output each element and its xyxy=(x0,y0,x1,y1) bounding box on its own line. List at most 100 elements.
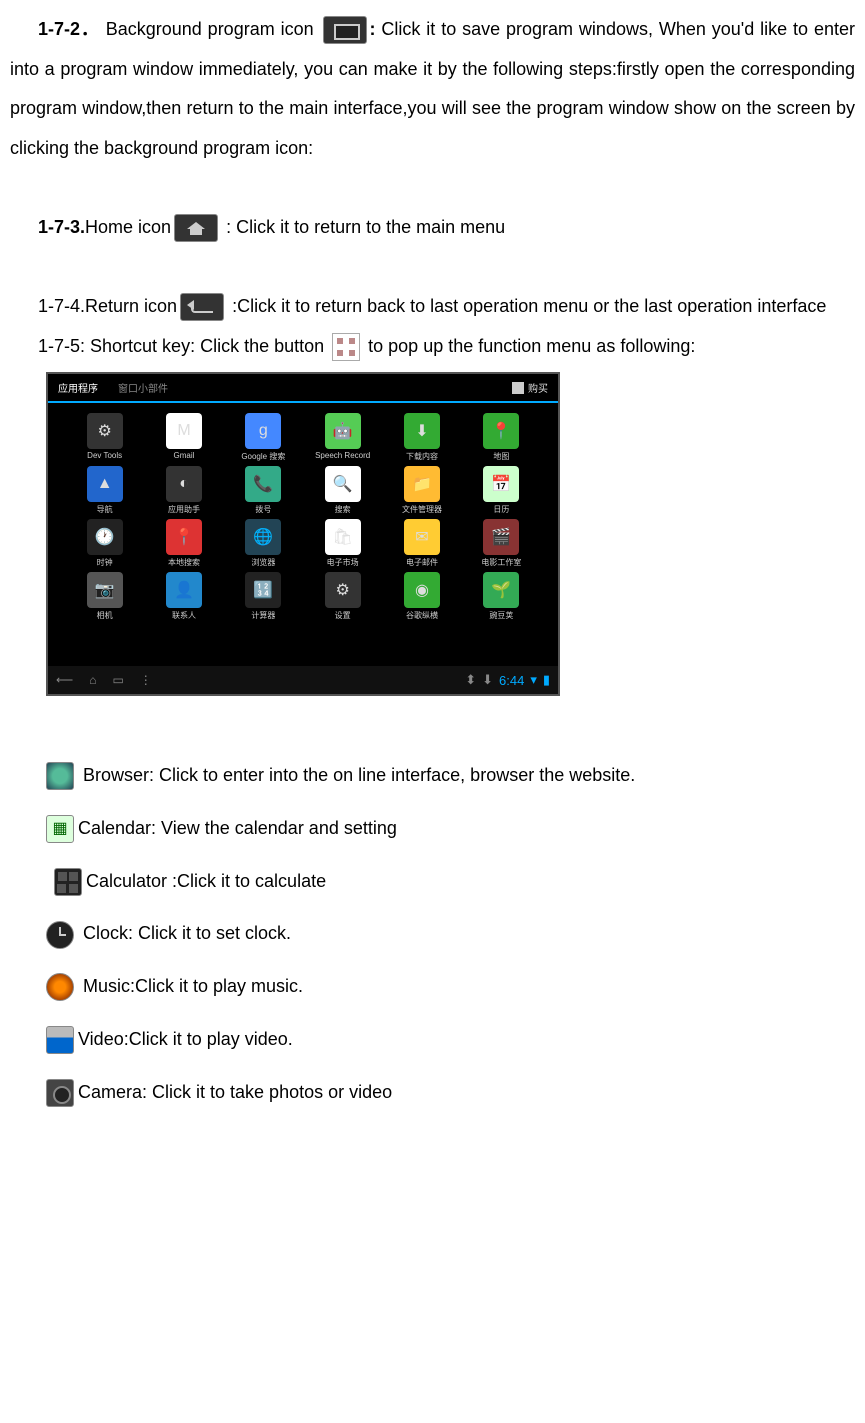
text-shortcut-prefix: 1-7-5: Shortcut key: Click the button xyxy=(38,336,329,356)
app-cell: ⚙ Dev Tools xyxy=(68,413,141,462)
app-icon: 📁 xyxy=(404,466,440,502)
nav-batt-icon: ▮ xyxy=(543,672,550,688)
background-program-icon xyxy=(323,16,367,44)
app-cell: 📷 相机 xyxy=(68,572,141,621)
app-icon: ◉ xyxy=(404,572,440,608)
shortcut-grid-icon xyxy=(332,333,360,361)
app-icon: M xyxy=(166,413,202,449)
app-icon: 📷 xyxy=(87,572,123,608)
app-cell: ◐应用助手 xyxy=(147,466,220,515)
app-icon: 📍 xyxy=(483,413,519,449)
app-label: 搜索 xyxy=(306,504,379,515)
video-icon xyxy=(46,1026,74,1054)
app-icon: 📞 xyxy=(245,466,281,502)
text-1-7-5-suffix: to pop up the function menu as following… xyxy=(363,336,695,356)
app-icon: 🎬 xyxy=(483,519,519,555)
app-label: 拨号 xyxy=(227,504,300,515)
text-1-7-3-body: : Click it to return to the main menu xyxy=(221,217,505,237)
browser-text: Browser: Click to enter into the on line… xyxy=(78,765,635,785)
calculator-icon xyxy=(54,868,82,896)
app-icon: 📍 xyxy=(166,519,202,555)
video-text: Video:Click it to play video. xyxy=(78,1029,293,1049)
heading-1-7-3: 1-7-3. xyxy=(38,217,85,237)
item-browser: Browser: Click to enter into the on line… xyxy=(10,752,855,799)
app-cell: g Google 搜索 xyxy=(227,413,300,462)
text-return-prefix: 1-7-4.Return icon xyxy=(38,296,177,316)
app-icon: 🛍 xyxy=(325,519,361,555)
text-bg-prefix: Background program icon xyxy=(106,19,320,39)
app-label: 电子市场 xyxy=(306,557,379,568)
home-icon xyxy=(174,214,218,242)
app-grid: ⚙ Dev Tools M Gmail g Google 搜索 🤖 Speech Record… xyxy=(48,403,558,631)
text-1-7-4-body: :Click it to return back to last operati… xyxy=(227,296,826,316)
app-icon: 📅 xyxy=(483,466,519,502)
tab-apps: 应用程序 xyxy=(58,380,98,395)
nav-usb-icon: ⬍ xyxy=(465,672,476,688)
nav-home-icon: ⌂ xyxy=(89,673,96,687)
colon: : xyxy=(370,19,382,39)
screenshot-navbar: ⟵ ⌂ ▭ ⋮ ⬍ ⬇ 6:44 ▾ ▮ xyxy=(48,666,558,694)
section-1-7-2: 1-7-2． Background program icon : Click i… xyxy=(10,10,855,168)
app-cell: 🔍 搜索 xyxy=(306,466,379,515)
app-cell: 👤 联系人 xyxy=(147,572,220,621)
app-icon: 🔍 xyxy=(325,466,361,502)
app-icon: ⚙ xyxy=(87,413,123,449)
nav-dl-icon: ⬇ xyxy=(482,672,493,688)
app-icon: 👤 xyxy=(166,572,202,608)
item-music: Music:Click it to play music. xyxy=(10,963,855,1010)
app-label: 浏览器 xyxy=(227,557,300,568)
camera-icon xyxy=(46,1079,74,1107)
app-icon: 🔢 xyxy=(245,572,281,608)
clock-icon xyxy=(46,921,74,949)
nav-more-icon: ⋮ xyxy=(140,673,152,687)
app-label: 电子邮件 xyxy=(385,557,458,568)
app-cell: ▲导航 xyxy=(68,466,141,515)
app-label: 联系人 xyxy=(147,610,220,621)
app-label: 计算器 xyxy=(227,610,300,621)
app-cell: 🛍 电子市场 xyxy=(306,519,379,568)
app-label: 本地搜索 xyxy=(147,557,220,568)
app-cell: 📁文件管理器 xyxy=(385,466,458,515)
text-home-prefix: Home icon xyxy=(85,217,171,237)
app-label: 电影工作室 xyxy=(465,557,538,568)
app-label: 相机 xyxy=(68,610,141,621)
app-label: Gmail xyxy=(147,451,220,460)
section-1-7-5: 1-7-5: Shortcut key: Click the button to… xyxy=(10,327,855,367)
music-text: Music:Click it to play music. xyxy=(78,976,303,996)
item-calendar: ▦Calendar: View the calendar and setting xyxy=(10,805,855,852)
app-cell: 📍地图 xyxy=(465,413,538,462)
app-label: Google 搜索 xyxy=(227,451,300,462)
app-cell: M Gmail xyxy=(147,413,220,462)
app-cell: ⚙设置 xyxy=(306,572,379,621)
item-clock: Clock: Click it to set clock. xyxy=(10,910,855,957)
calendar-text: Calendar: View the calendar and setting xyxy=(78,818,397,838)
app-cell: 🌐 浏览器 xyxy=(227,519,300,568)
return-icon xyxy=(180,293,224,321)
app-icon: 🤖 xyxy=(325,413,361,449)
app-icon: 🌐 xyxy=(245,519,281,555)
app-label: 下载内容 xyxy=(385,451,458,462)
app-cell: ✉电子邮件 xyxy=(385,519,458,568)
item-camera: Camera: Click it to take photos or video xyxy=(10,1069,855,1116)
app-icon: ⚙ xyxy=(325,572,361,608)
calculator-text: Calculator :Click it to calculate xyxy=(86,871,326,891)
app-icon: g xyxy=(245,413,281,449)
item-calculator: Calculator :Click it to calculate xyxy=(10,858,855,905)
music-icon xyxy=(46,973,74,1001)
app-cell: ⬇下载内容 xyxy=(385,413,458,462)
nav-recent-icon: ▭ xyxy=(112,673,123,687)
app-label: 谷歌纵横 xyxy=(385,610,458,621)
screenshot-topbar: 应用程序 窗口小部件 购买 xyxy=(48,374,558,403)
purchase-label: 购买 xyxy=(528,380,548,395)
text-1-7-2-body: Click it to save program windows, When y… xyxy=(10,19,855,158)
app-cell: 🕐时钟 xyxy=(68,519,141,568)
app-cell: 🤖 Speech Record xyxy=(306,413,379,462)
item-video: Video:Click it to play video. xyxy=(10,1016,855,1063)
browser-icon xyxy=(46,762,74,790)
bag-icon xyxy=(512,382,524,394)
app-label: 日历 xyxy=(465,504,538,515)
app-label: Speech Record xyxy=(306,451,379,460)
heading-1-7-2: 1-7-2． xyxy=(38,19,100,39)
app-label: Dev Tools xyxy=(68,451,141,460)
section-1-7-3: 1-7-3.Home icon : Click it to return to … xyxy=(10,208,855,248)
